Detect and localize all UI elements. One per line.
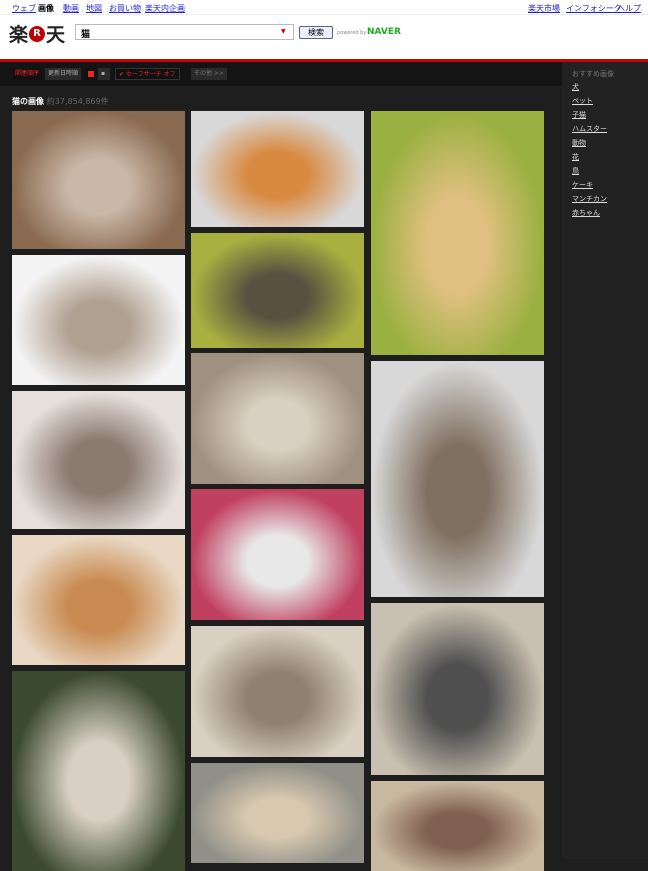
image-result-kitten-standing-arms-up[interactable] <box>12 391 185 529</box>
image-result-cats-in-sink[interactable] <box>191 626 364 757</box>
search-input[interactable]: 猫 <box>75 24 294 40</box>
logo-text: 楽 <box>9 24 29 46</box>
sidebar-item[interactable]: ケーキ <box>572 180 593 190</box>
nav-images[interactable]: 画像 <box>38 3 54 14</box>
powered-by-label: powered by <box>337 30 367 36</box>
image-result-black-white-cat-pink-wall[interactable] <box>191 489 364 620</box>
dropdown-arrow-icon[interactable]: ▼ <box>281 28 286 35</box>
sort-relevance-button[interactable]: 関連順序 <box>12 68 43 80</box>
other-options-button[interactable]: その他 >> <box>191 68 227 80</box>
image-result-orange-kitten-with-cup[interactable] <box>12 535 185 665</box>
image-result-gray-kitten-scratching-post[interactable] <box>371 603 544 775</box>
results-query: 猫の画像 <box>12 97 44 106</box>
naver-logo: NAVER <box>367 27 401 37</box>
rakuten-logo[interactable]: 楽R天 <box>9 20 65 47</box>
nav-help[interactable]: ヘルプ <box>617 3 641 14</box>
grid-view-icon[interactable]: ▪ <box>98 68 110 80</box>
sidebar-item[interactable]: 子猫 <box>572 110 586 120</box>
image-result-orange-white-cat-closeup[interactable] <box>191 111 364 227</box>
image-result-tabby-white-cat-blue-collar[interactable] <box>371 361 544 597</box>
sidebar-item[interactable]: 犬 <box>572 82 579 92</box>
image-result-tabby-kitten-closeup[interactable] <box>371 781 544 871</box>
image-result-calico-cat-garden[interactable] <box>12 671 185 871</box>
toolbar: 関連順序 更新日時順 ▪ ✔ セーフサーチ オフ その他 >> <box>0 62 562 86</box>
sort-date-button[interactable]: 更新日時順 <box>45 68 82 80</box>
top-nav: ウェブ 画像 動画 地図 お買い物 楽天内企画 楽天市場 インフォシーク ヘルプ <box>0 0 648 15</box>
nav-rakuten-ichiba[interactable]: 楽天市場 <box>528 3 560 14</box>
image-result-kitten-in-yellow-flowers[interactable] <box>371 111 544 355</box>
image-result-tabby-cat-on-pillow[interactable] <box>191 233 364 348</box>
large-view-icon[interactable] <box>85 68 97 80</box>
sidebar-item[interactable]: 動物 <box>572 138 586 148</box>
safesearch-label: セーフサーチ オフ <box>125 71 176 78</box>
nav-video[interactable]: 動画 <box>63 3 79 14</box>
sidebar-item[interactable]: ペット <box>572 96 593 106</box>
sidebar-item[interactable]: 鳥 <box>572 166 579 176</box>
image-result-calico-kitten-white[interactable] <box>12 255 185 385</box>
sidebar-item[interactable]: 赤ちゃん <box>572 208 600 218</box>
nav-shopping[interactable]: お買い物 <box>109 3 141 14</box>
logo-r-mark: R <box>29 25 46 42</box>
sidebar-item[interactable]: ハムスター <box>572 124 607 134</box>
nav-web[interactable]: ウェブ <box>12 3 36 14</box>
header: ウェブ 画像 動画 地図 お買い物 楽天内企画 楽天市場 インフォシーク ヘルプ… <box>0 0 648 59</box>
search-button[interactable]: 検索 <box>299 26 333 39</box>
safesearch-toggle[interactable]: ✔ セーフサーチ オフ <box>115 68 180 80</box>
image-result-three-kittens-in-basket[interactable] <box>12 111 185 249</box>
sidebar: おすすめ画像 犬ペット子猫ハムスター動物花鳥ケーキマンチカン赤ちゃん <box>562 62 648 859</box>
nav-rakuten-projects[interactable]: 楽天内企画 <box>145 3 185 14</box>
logo-text: 天 <box>46 24 66 46</box>
nav-map[interactable]: 地図 <box>86 3 102 14</box>
sidebar-title: おすすめ画像 <box>572 70 614 78</box>
results-title: 猫の画像 約37,854,869件 <box>12 96 109 107</box>
image-result-calico-cat-on-steps[interactable] <box>191 763 364 863</box>
image-result-yawning-tabby-cat[interactable] <box>191 353 364 484</box>
results-count: 約37,854,869件 <box>46 97 109 106</box>
sidebar-item[interactable]: 花 <box>572 152 579 162</box>
sidebar-item[interactable]: マンチカン <box>572 194 607 204</box>
nav-infoseek[interactable]: インフォシーク <box>566 3 622 14</box>
